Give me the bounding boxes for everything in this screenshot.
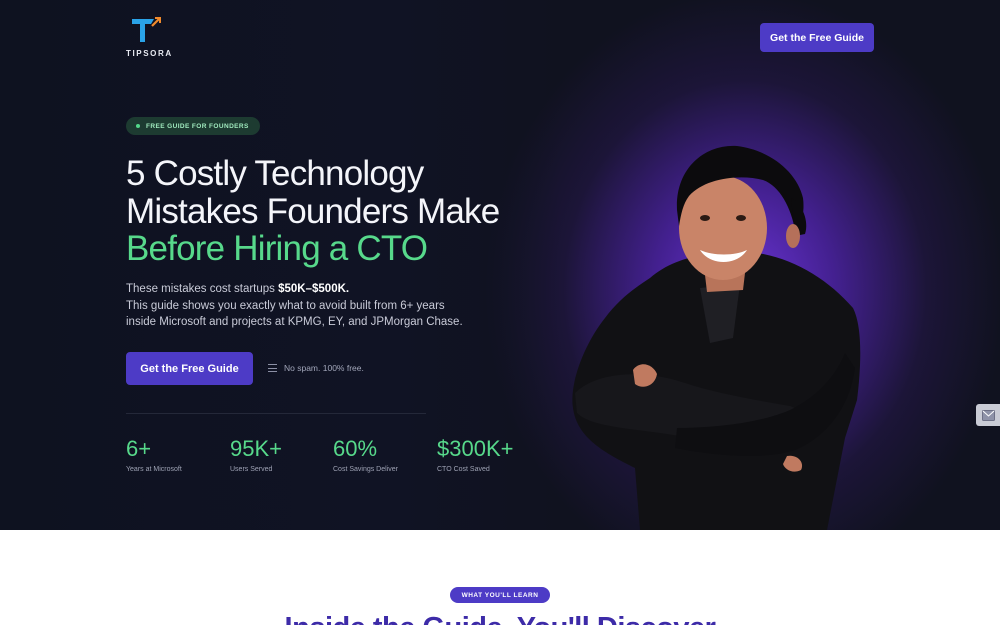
description-line-1: These mistakes cost startups $50K–$500K. xyxy=(126,281,526,298)
stat-value: 60% xyxy=(333,436,378,461)
headline-line-1: 5 Costly Technology xyxy=(126,154,424,193)
description-line-2: This guide shows you exactly what to avo… xyxy=(126,299,445,312)
stat-label: Years at Microsoft xyxy=(126,466,182,473)
headline-line-2: Mistakes Founders Make xyxy=(126,191,500,231)
stat-label: Users Served xyxy=(230,466,273,473)
description-lead: These mistakes cost startups xyxy=(126,283,279,295)
stat-item: 95K+ Users Served xyxy=(230,436,340,473)
logo-mark-icon xyxy=(132,17,161,42)
side-widget-button[interactable] xyxy=(976,404,1000,426)
hero-get-guide-button[interactable]: Get the Free Guide xyxy=(126,352,253,385)
section-badge: WHAT YOU'LL LEARN xyxy=(450,587,550,603)
stat-value: 95K+ xyxy=(230,436,282,461)
status-dot-icon xyxy=(136,124,140,128)
list-icon xyxy=(268,364,277,372)
no-spam-text: No spam. 100% free. xyxy=(284,363,364,373)
stat-item: $300K+ CTO Cost Saved xyxy=(437,436,547,473)
nav-get-guide-button[interactable]: Get the Free Guide xyxy=(760,23,874,52)
section-title: Inside the Guide, You'll Discover xyxy=(0,612,1000,625)
badge-label: FREE GUIDE FOR FOUNDERS xyxy=(146,122,249,130)
headline-line-3: Before Hiring a CTO xyxy=(126,229,428,268)
brand-name: TIPSORA xyxy=(126,49,173,58)
no-spam-note: No spam. 100% free. xyxy=(268,363,364,373)
stat-label: Cost Savings Deliver xyxy=(333,466,398,473)
stat-label: CTO Cost Saved xyxy=(437,466,490,473)
stat-value: 6+ xyxy=(126,436,152,461)
founder-portrait xyxy=(572,145,861,530)
hero-section: TIPSORA Get the Free Guide FREE GUIDE FO… xyxy=(0,0,1000,530)
divider xyxy=(126,413,426,414)
stat-item: 60% Cost Savings Deliver xyxy=(333,436,443,473)
page-title: 5 Costly Technology Mistakes Founders Ma… xyxy=(126,155,566,268)
description-line-3: inside Microsoft and projects at KPMG, E… xyxy=(126,316,463,328)
stat-item: 6+ Years at Microsoft xyxy=(126,436,236,473)
description-highlight: $50K–$500K. xyxy=(278,283,350,295)
mail-icon xyxy=(981,409,995,421)
brand-logo[interactable]: TIPSORA xyxy=(126,15,172,59)
stat-value: $300K+ xyxy=(437,436,514,461)
hero-description: These mistakes cost startups $50K–$500K.… xyxy=(126,281,526,331)
free-guide-badge: FREE GUIDE FOR FOUNDERS xyxy=(126,117,260,135)
